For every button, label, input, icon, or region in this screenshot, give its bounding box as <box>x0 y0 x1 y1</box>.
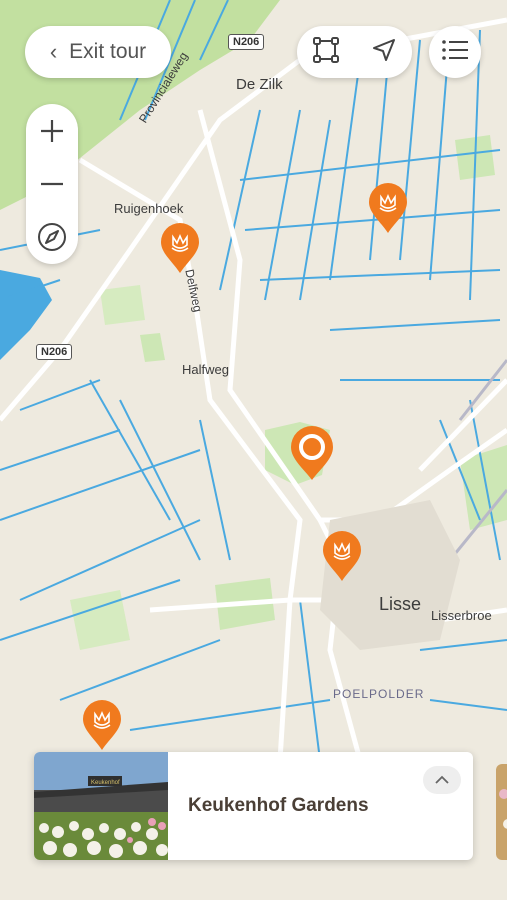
poi-card-keukenhof[interactable]: Keukenhof Keukenhof Gardens <box>34 752 473 860</box>
compass-icon <box>38 223 66 252</box>
road-shield-n206: N206 <box>36 344 73 360</box>
navigate-icon[interactable] <box>371 37 397 68</box>
poi-card-next[interactable] <box>496 764 507 860</box>
place-label-lisse: Lisse <box>379 594 422 614</box>
place-label-lisserbroek: Lisserbroe <box>431 608 492 623</box>
list-icon <box>441 38 469 67</box>
list-menu-button[interactable] <box>429 26 481 78</box>
minus-icon <box>41 182 63 186</box>
map-tools-group <box>297 26 412 78</box>
poi-photo: Keukenhof <box>34 752 168 860</box>
svg-text:Keukenhof: Keukenhof <box>91 780 120 786</box>
compass-button[interactable] <box>26 211 78 263</box>
plus-icon <box>41 119 63 142</box>
road-shield-n206: N206 <box>228 34 265 50</box>
zoom-in-button[interactable] <box>26 105 78 157</box>
area-select-icon[interactable] <box>312 36 340 69</box>
place-label-halfweg: Halfweg <box>182 362 229 377</box>
park-area <box>100 285 145 325</box>
poi-photo <box>496 764 507 860</box>
zoom-out-button[interactable] <box>26 158 78 210</box>
poi-title: Keukenhof Gardens <box>188 795 369 816</box>
expand-card-button[interactable] <box>423 766 461 794</box>
chevron-left-icon: ‹ <box>49 39 58 64</box>
exit-tour-button[interactable]: ‹ Exit tour <box>25 26 171 78</box>
chevron-up-icon <box>435 775 449 784</box>
place-label-ruigenhoek: Ruigenhoek <box>114 201 184 216</box>
exit-tour-label: Exit tour <box>69 40 147 63</box>
place-label-de-zilk: De Zilk <box>236 76 283 93</box>
zoom-controls <box>26 104 78 264</box>
place-label-poelpolder: POELPOLDER <box>333 687 425 701</box>
